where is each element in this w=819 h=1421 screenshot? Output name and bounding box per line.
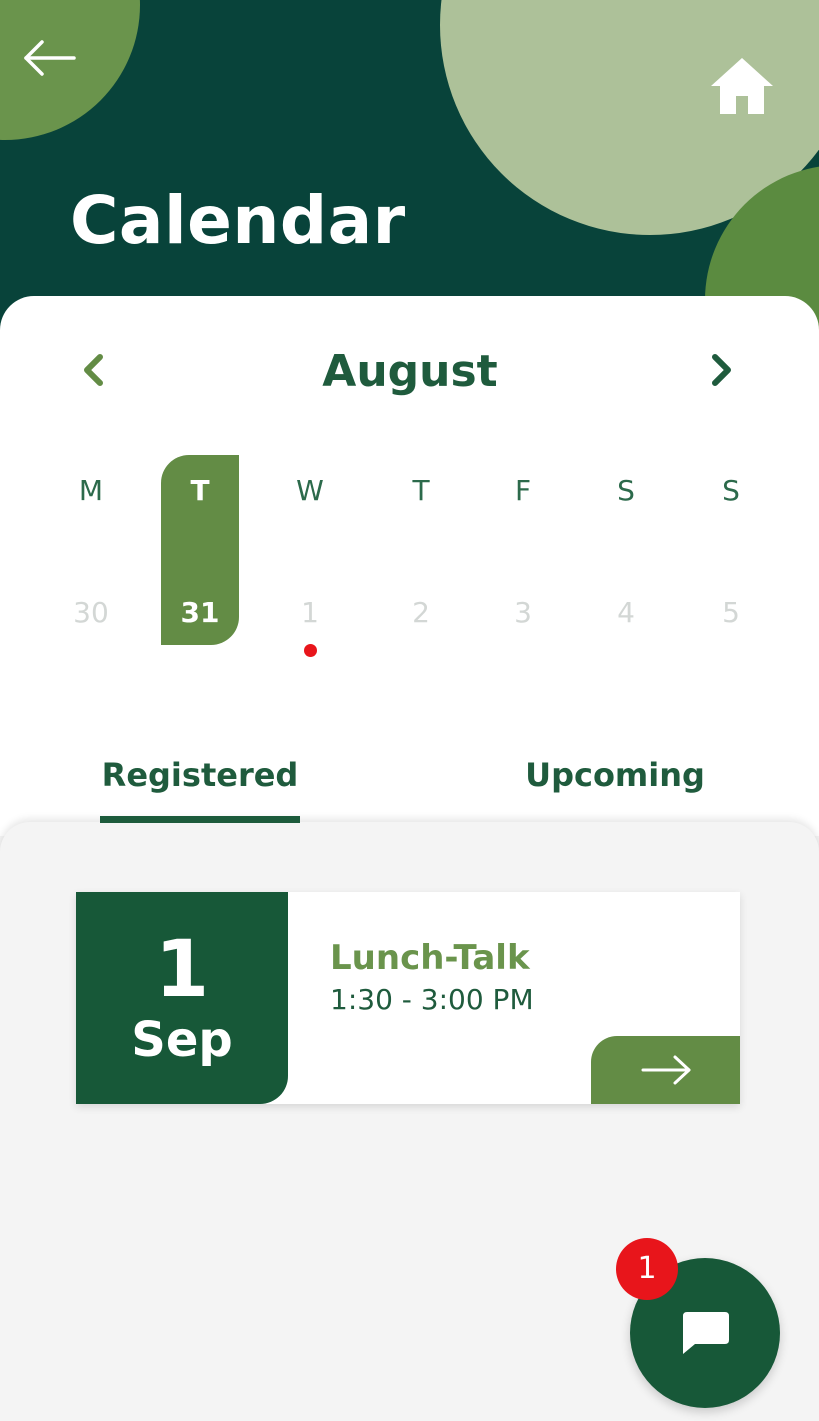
day-number: 3 bbox=[514, 596, 532, 629]
event-time: 1:30 - 3:00 PM bbox=[330, 983, 534, 1016]
day-cell-selected[interactable]: T 31 bbox=[161, 455, 239, 645]
day-cell[interactable]: W 1 bbox=[271, 455, 349, 657]
page-title: Calendar bbox=[70, 182, 406, 259]
event-date-block: 1 Sep bbox=[76, 892, 288, 1104]
day-of-week-label: T bbox=[412, 474, 430, 507]
tab-registered[interactable]: Registered bbox=[100, 745, 300, 823]
day-cell[interactable]: S 5 bbox=[692, 455, 770, 645]
month-navigation: August bbox=[0, 336, 819, 406]
app-screen: Calendar August M 30 T 31 W 1 T 2 F 3 S … bbox=[0, 0, 819, 1421]
notification-badge: 1 bbox=[616, 1238, 678, 1300]
day-of-week-label: S bbox=[722, 474, 740, 507]
open-event-button[interactable] bbox=[591, 1036, 740, 1104]
arrow-left-icon bbox=[24, 40, 76, 76]
chevron-right-icon bbox=[712, 354, 731, 386]
day-number: 4 bbox=[617, 596, 635, 629]
week-strip: M 30 T 31 W 1 T 2 F 3 S 4 S 5 bbox=[0, 455, 819, 657]
day-of-week-label: W bbox=[296, 474, 324, 507]
chevron-left-icon bbox=[84, 354, 103, 386]
header: Calendar bbox=[0, 0, 819, 330]
home-button[interactable] bbox=[700, 50, 784, 122]
home-icon bbox=[711, 58, 773, 114]
previous-month-button[interactable] bbox=[68, 342, 118, 398]
day-cell[interactable]: S 4 bbox=[587, 455, 665, 645]
day-of-week-label: T bbox=[190, 474, 210, 507]
month-label: August bbox=[322, 346, 498, 397]
tab-label: Registered bbox=[101, 756, 299, 794]
event-title: Lunch-Talk bbox=[330, 938, 530, 978]
active-tab-indicator bbox=[100, 816, 300, 823]
event-card[interactable]: 1 Sep Lunch-Talk 1:30 - 3:00 PM bbox=[76, 892, 740, 1104]
tab-label: Upcoming bbox=[525, 756, 705, 794]
day-number: 31 bbox=[180, 596, 220, 629]
chat-bubble-icon bbox=[683, 1312, 729, 1354]
day-number: 2 bbox=[412, 596, 430, 629]
day-number: 5 bbox=[722, 596, 740, 629]
day-number: 30 bbox=[73, 596, 109, 629]
day-of-week-label: S bbox=[617, 474, 635, 507]
day-of-week-label: F bbox=[514, 474, 532, 507]
back-button[interactable] bbox=[18, 30, 80, 86]
day-of-week-label: M bbox=[78, 474, 104, 507]
day-number: 1 bbox=[301, 596, 319, 629]
next-month-button[interactable] bbox=[697, 342, 747, 398]
event-tabs: Registered Upcoming bbox=[0, 745, 819, 825]
day-cell[interactable]: M 30 bbox=[52, 455, 130, 645]
day-cell[interactable]: T 2 bbox=[382, 455, 460, 645]
arrow-right-icon bbox=[641, 1055, 690, 1085]
event-day: 1 bbox=[154, 925, 210, 1015]
tab-upcoming[interactable]: Upcoming bbox=[510, 745, 720, 823]
day-cell[interactable]: F 3 bbox=[484, 455, 562, 645]
event-indicator-dot bbox=[304, 644, 317, 657]
event-month: Sep bbox=[131, 1012, 233, 1068]
